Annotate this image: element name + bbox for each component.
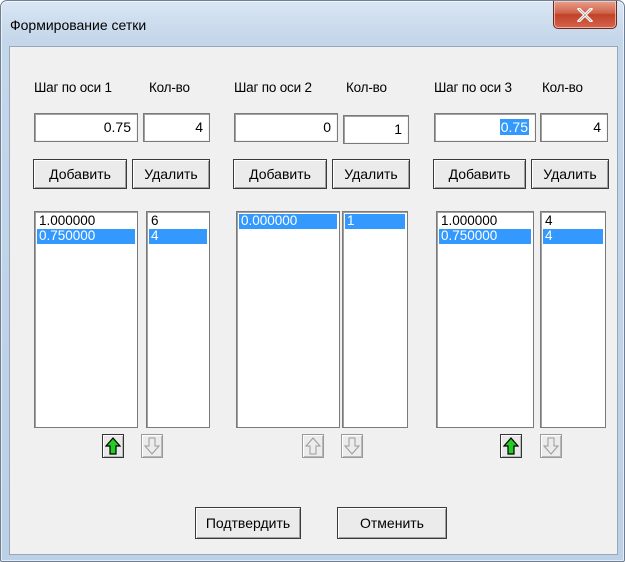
axis2-remove-button[interactable]: Удалить <box>332 159 410 189</box>
list-item[interactable]: 0.000000 <box>239 214 337 229</box>
axis2-step-value: 0 <box>323 119 331 135</box>
list-item[interactable]: 1.000000 <box>439 214 531 229</box>
axis1-remove-button[interactable]: Удалить <box>132 159 210 189</box>
axis1-count-label: Кол-во <box>149 80 190 95</box>
axis3-count-label: Кол-во <box>542 80 583 95</box>
arrow-down-icon <box>144 437 160 455</box>
axis1-move-down-button[interactable] <box>141 434 163 458</box>
axis2-move-up-button[interactable] <box>302 434 324 458</box>
axis3-step-value: 0.75 <box>499 119 529 135</box>
axis1-count-input[interactable]: 4 <box>143 113 210 142</box>
list-item[interactable]: 6 <box>149 214 207 229</box>
axis3-add-button[interactable]: Добавить <box>433 159 526 189</box>
axis1-move-up-button[interactable] <box>102 434 124 458</box>
dialog-window: Формирование сетки Шаг по оси 1 Кол-во 0… <box>0 0 625 562</box>
axis2-move-down-button[interactable] <box>341 434 363 458</box>
axis2-step-input[interactable]: 0 <box>234 113 338 142</box>
confirm-button[interactable]: Подтвердить <box>195 507 301 539</box>
list-item[interactable]: 4 <box>543 214 603 229</box>
axis2-count-input[interactable]: 1 <box>343 115 409 144</box>
axis1-step-value: 0.75 <box>103 119 131 135</box>
axis1-counts-list[interactable]: 6 4 <box>146 211 210 428</box>
cancel-button[interactable]: Отменить <box>337 507 447 539</box>
list-item[interactable]: 1.000000 <box>37 214 135 229</box>
axis3-move-up-button[interactable] <box>500 434 522 458</box>
axis3-remove-button[interactable]: Удалить <box>531 159 609 189</box>
list-item[interactable]: 4 <box>149 229 207 244</box>
axis3-move-down-button[interactable] <box>540 434 562 458</box>
axis2-counts-list[interactable]: 1 <box>342 211 408 428</box>
arrow-down-icon <box>543 437 559 455</box>
axis2-count-label: Кол-во <box>346 80 387 95</box>
close-icon <box>577 7 593 22</box>
axis2-add-button[interactable]: Добавить <box>233 159 327 189</box>
axis3-step-input[interactable]: 0.75 <box>434 113 536 142</box>
axis1-add-button[interactable]: Добавить <box>33 159 127 189</box>
axis1-steps-list[interactable]: 1.000000 0.750000 <box>34 211 138 428</box>
arrow-down-icon <box>344 437 360 455</box>
arrow-up-icon <box>105 437 121 455</box>
list-item[interactable]: 1 <box>345 214 405 229</box>
axis2-step-label: Шаг по оси 2 <box>234 80 312 95</box>
list-item[interactable]: 0.750000 <box>439 229 531 244</box>
axis3-counts-list[interactable]: 4 4 <box>540 211 606 428</box>
axis2-steps-list[interactable]: 0.000000 <box>236 211 340 428</box>
axis2-count-value: 1 <box>394 121 402 137</box>
dialog-body: Шаг по оси 1 Кол-во 0.75 4 Добавить Удал… <box>9 46 618 555</box>
list-item[interactable]: 4 <box>543 229 603 244</box>
close-button[interactable] <box>553 1 617 29</box>
arrow-up-icon <box>503 437 519 455</box>
axis3-step-label: Шаг по оси 3 <box>434 80 512 95</box>
axis3-count-input[interactable]: 4 <box>540 113 608 142</box>
axis1-step-input[interactable]: 0.75 <box>34 113 138 142</box>
arrow-up-icon <box>305 437 321 455</box>
axis3-count-value: 4 <box>593 119 601 135</box>
axis1-step-label: Шаг по оси 1 <box>34 80 112 95</box>
axis1-count-value: 4 <box>195 119 203 135</box>
window-title: Формирование сетки <box>10 17 147 33</box>
list-item[interactable]: 0.750000 <box>37 229 135 244</box>
axis3-steps-list[interactable]: 1.000000 0.750000 <box>436 211 534 428</box>
